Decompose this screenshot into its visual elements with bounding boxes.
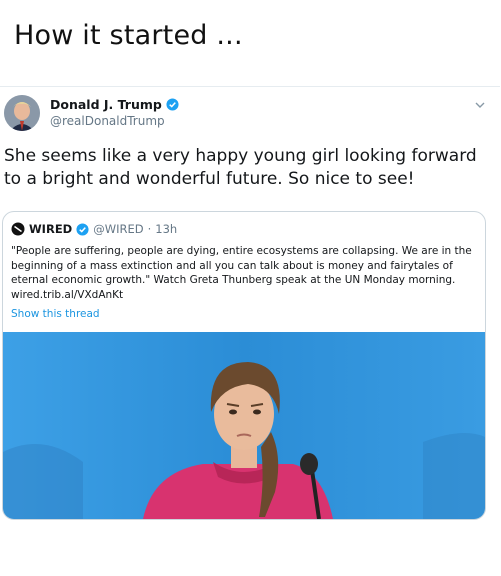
author-name[interactable]: Donald J. Trump	[50, 97, 162, 112]
quoted-author-name[interactable]: WIRED	[29, 222, 72, 236]
author-handle[interactable]: @realDonaldTrump	[50, 114, 179, 128]
quoted-time[interactable]: 13h	[155, 222, 177, 236]
wired-logo-icon	[11, 222, 25, 236]
quoted-photo[interactable]	[3, 332, 485, 519]
avatar-image	[4, 95, 40, 131]
verified-badge-icon	[166, 98, 179, 111]
tweet-author: Donald J. Trump @realDonaldTrump	[50, 97, 179, 128]
meta-separator: ·	[147, 222, 152, 236]
tweet-text: She seems like a very happy young girl l…	[4, 146, 477, 189]
chevron-down-icon[interactable]	[474, 99, 486, 111]
show-thread-link[interactable]: Show this thread	[11, 308, 100, 320]
avatar[interactable]	[4, 95, 40, 131]
meme-caption: How it started ...	[14, 20, 243, 51]
verified-badge-icon	[76, 222, 89, 236]
quoted-tweet[interactable]: WIRED @WIRED · 13h "People are suffering…	[2, 211, 486, 520]
quoted-header: WIRED @WIRED · 13h	[11, 222, 177, 236]
quoted-author-handle[interactable]: @WIRED	[93, 222, 143, 236]
quoted-text: "People are suffering, people are dying,…	[11, 245, 472, 301]
tweet-card: Donald J. Trump @realDonaldTrump She see…	[0, 86, 500, 527]
